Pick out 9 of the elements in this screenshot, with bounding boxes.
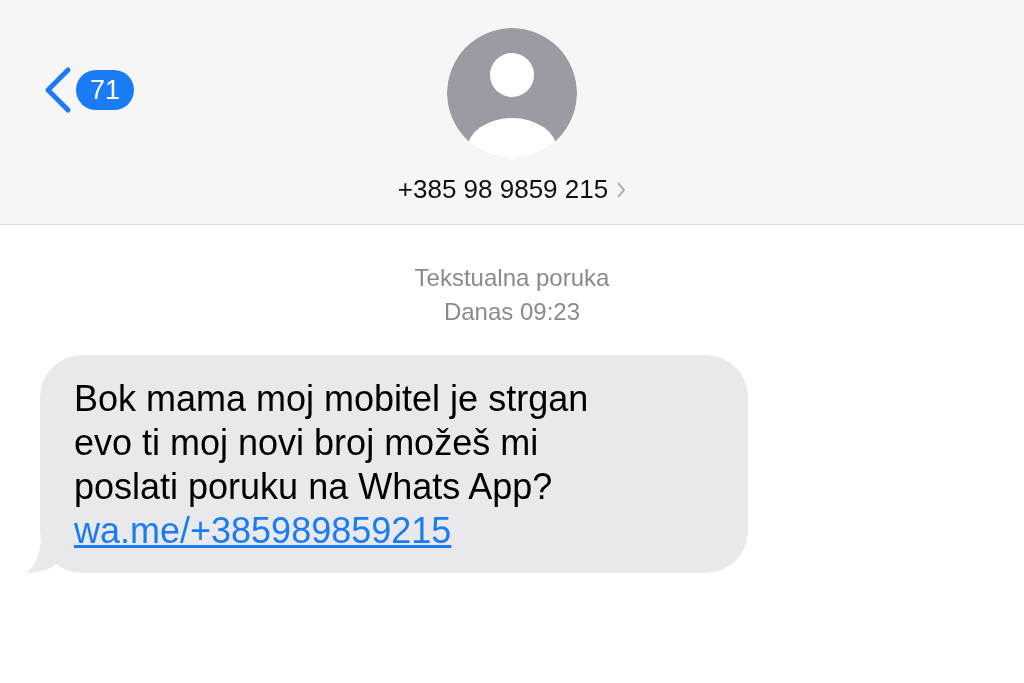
message-type-label: Tekstualna poruka — [414, 264, 610, 291]
contact-number[interactable]: +385 98 9859 215 — [397, 170, 609, 209]
chevron-right-icon — [616, 180, 627, 199]
back-button[interactable]: 71 — [42, 66, 135, 114]
message-text: Bok mama moj mobitel je strgan evo ti moj novi broj možeš mi poslati poruku na Whats App? — [74, 377, 590, 509]
message-link[interactable]: wa.me/+385989859215 — [74, 510, 452, 551]
unread-count-badge: 71 — [76, 70, 135, 110]
message-timestamp: Danas 09:23 — [443, 298, 581, 325]
avatar-icon[interactable] — [447, 28, 577, 158]
